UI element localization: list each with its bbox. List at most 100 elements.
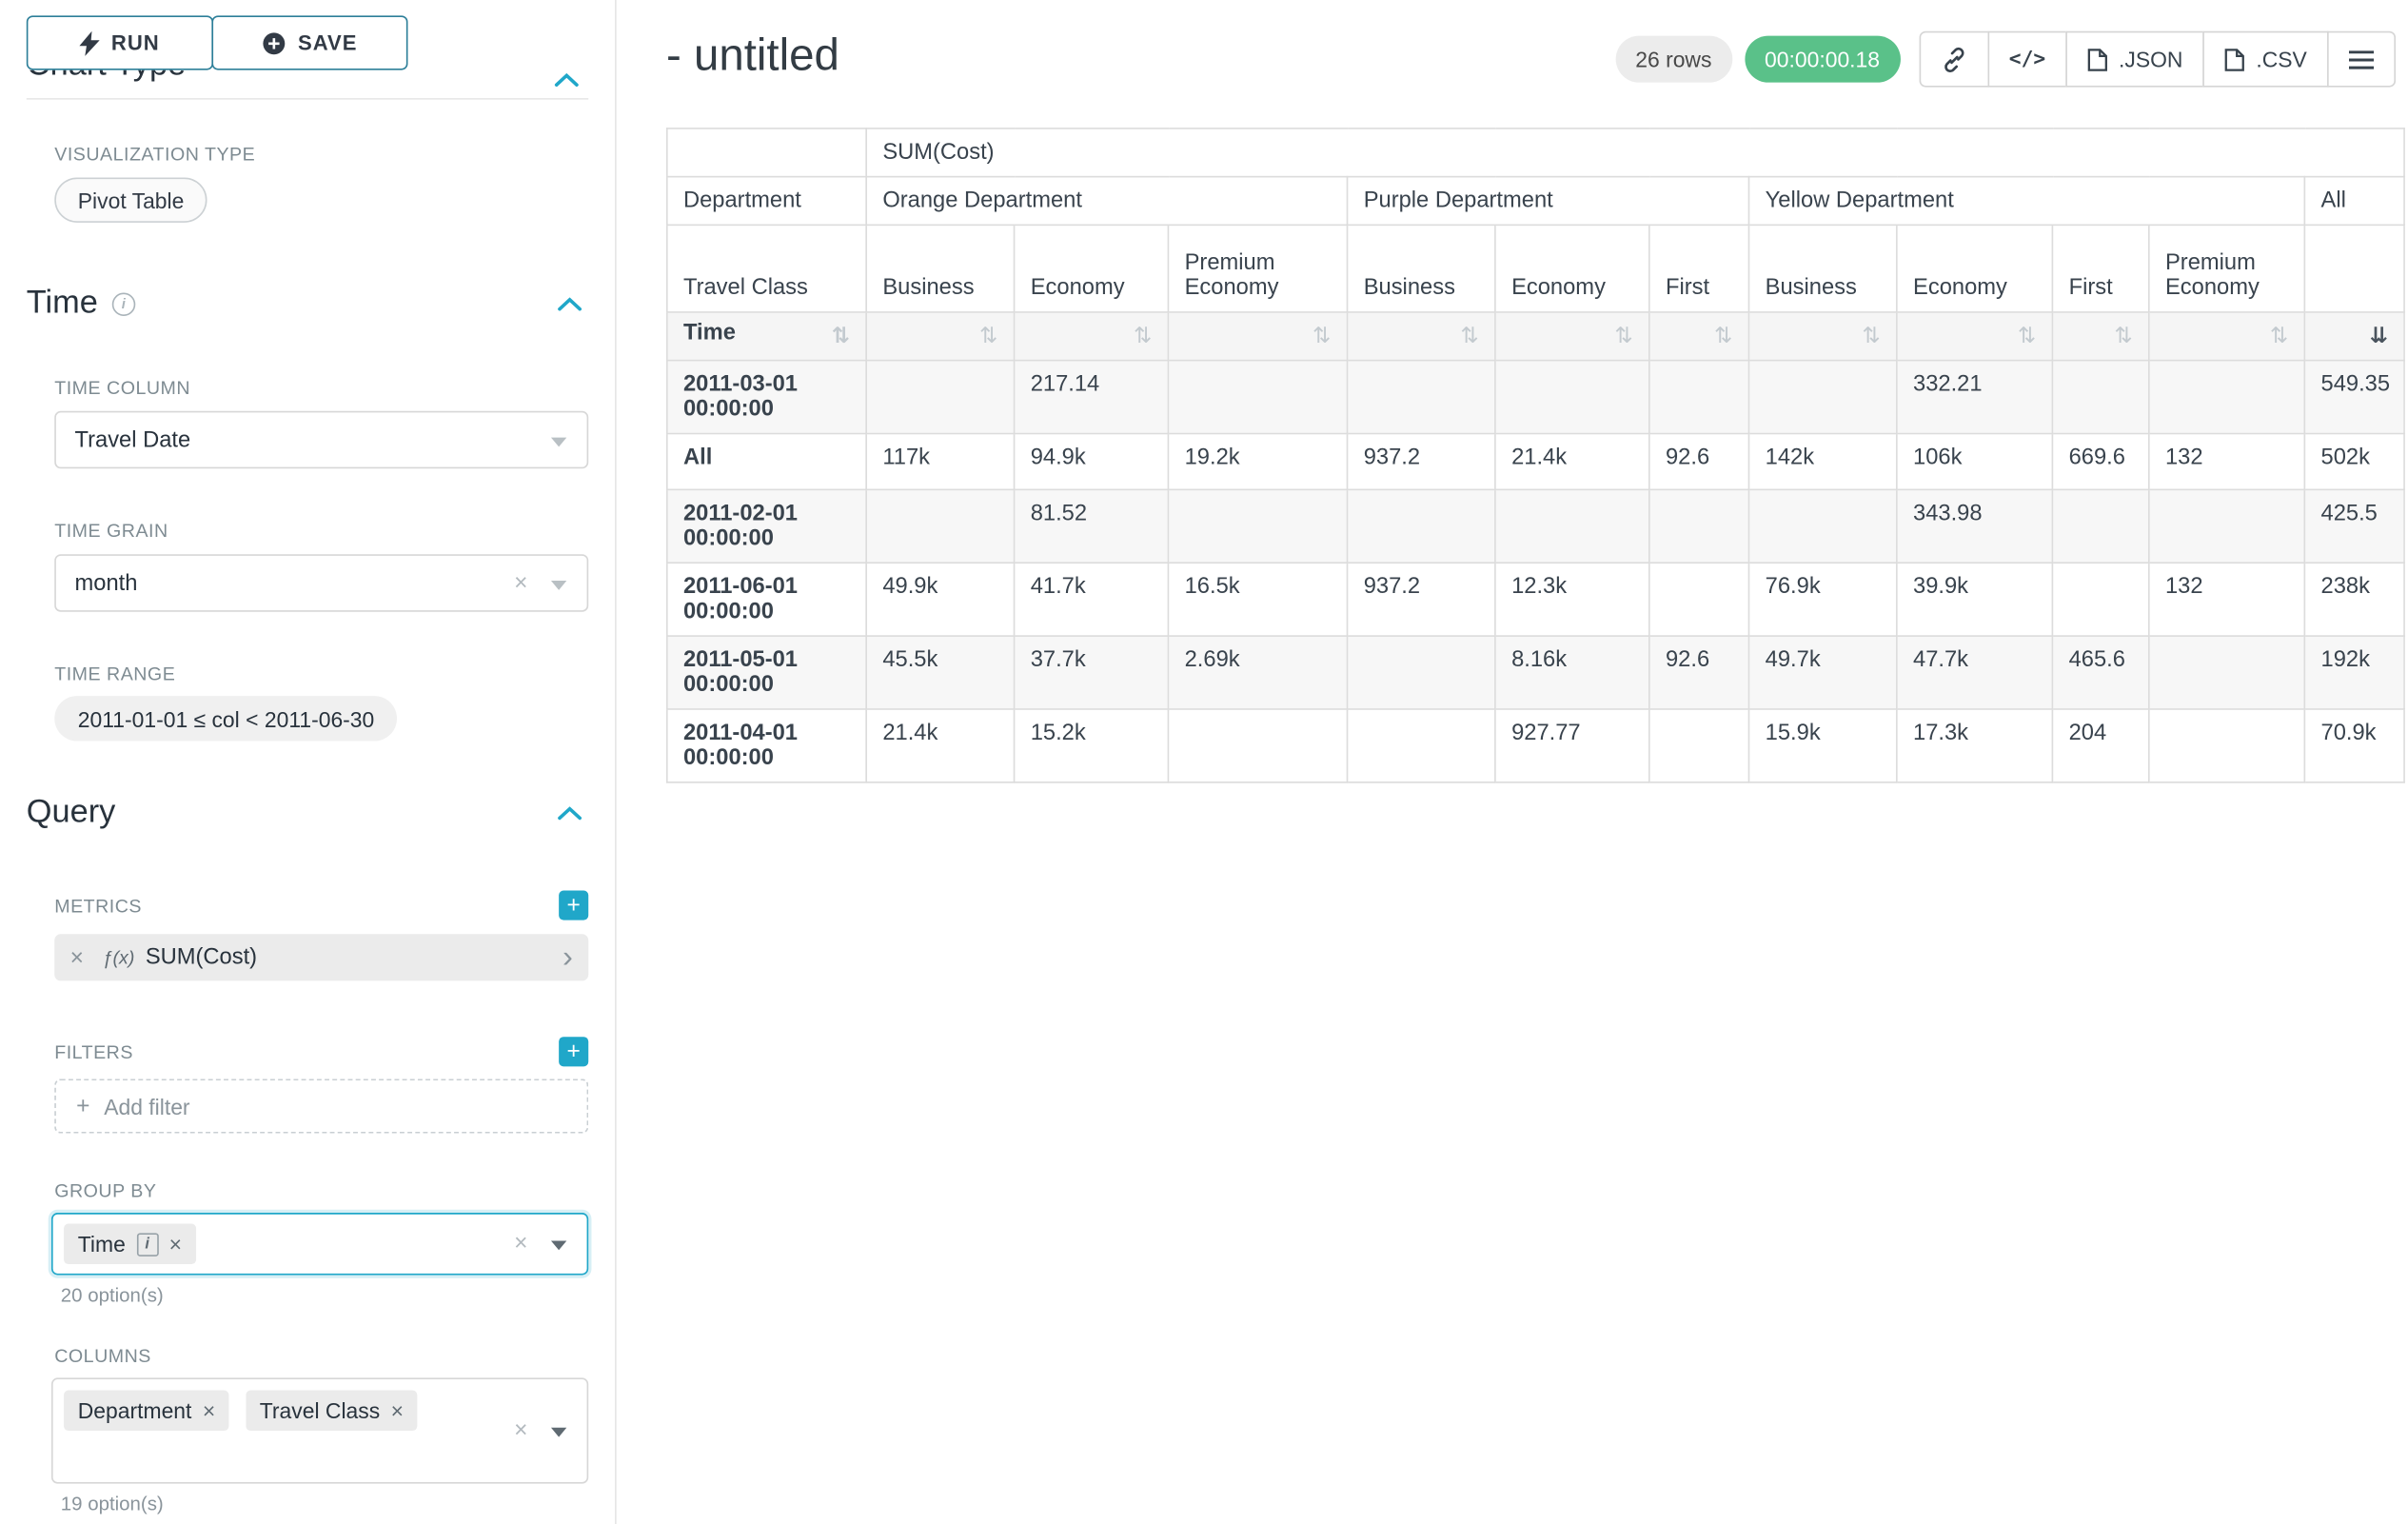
clear-all-icon[interactable]: × [514, 1418, 527, 1442]
columns-select[interactable]: Department × Travel Class × × [51, 1377, 588, 1483]
pivot-value-cell: 425.5 [2304, 489, 2404, 563]
pivot-value-cell: 21.4k [1495, 433, 1649, 489]
sort-icon[interactable]: ⇅ [1134, 321, 1152, 352]
caret-down-icon [551, 580, 566, 589]
group-by-chip-time[interactable]: Time i × [64, 1224, 196, 1265]
pivot-value-cell: 343.98 [1897, 489, 2053, 563]
sort-icon[interactable]: ⇅ [1862, 321, 1880, 352]
copy-link-button[interactable] [1919, 31, 1989, 88]
sort-icon[interactable]: ⇅ [979, 321, 997, 352]
chart-title[interactable]: - untitled [666, 31, 839, 83]
run-button[interactable]: RUN [27, 15, 213, 69]
pivot-value-cell [2052, 361, 2148, 434]
pivot-value-cell [866, 489, 1014, 563]
info-icon[interactable]: i [136, 1232, 158, 1256]
export-json-button[interactable]: .JSON [2065, 31, 2204, 88]
filters-label: FILTERS [54, 1040, 133, 1062]
remove-chip-icon[interactable]: × [169, 1232, 182, 1257]
chart-area: - untitled 26 rows 00:00:00.18 </> [617, 0, 2408, 783]
pivot-column-sort-header[interactable]: ⇅ [1015, 312, 1169, 361]
chevron-right-icon[interactable]: › [563, 941, 573, 973]
time-column-select[interactable]: Travel Date [54, 411, 588, 469]
pivot-column-sort-header[interactable]: ⇅ [1649, 312, 1749, 361]
pivot-column-sort-header[interactable]: ⇅ [2052, 312, 2148, 361]
query-collapse-button[interactable] [558, 805, 582, 820]
pivot-travel-class-header: Premium Economy [2149, 225, 2305, 312]
embed-code-button[interactable]: </> [1987, 31, 2067, 88]
collapse-chevron-icon[interactable] [554, 73, 579, 88]
time-range-chip[interactable]: 2011-01-01 ≤ col < 2011-06-30 [54, 696, 398, 741]
pivot-all-sort-header[interactable]: ⇊ [2304, 312, 2404, 361]
metrics-label: METRICS [54, 895, 142, 917]
clear-all-icon[interactable]: × [514, 1232, 527, 1256]
pivot-column-sort-header[interactable]: ⇅ [1168, 312, 1347, 361]
menu-button[interactable] [2327, 31, 2396, 88]
pivot-row-label: 2011-05-01 00:00:00 [667, 636, 866, 709]
pivot-value-cell: 549.35 [2304, 361, 2404, 434]
visualization-type-chip[interactable]: Pivot Table [54, 177, 207, 222]
sort-icon[interactable]: ⇅ [2270, 321, 2288, 352]
add-filter-button[interactable]: + Add filter [54, 1079, 588, 1133]
sort-icon[interactable]: ⇅ [2114, 321, 2132, 352]
sort-desc-icon[interactable]: ⇊ [2370, 321, 2388, 352]
pivot-value-cell: 502k [2304, 433, 2404, 489]
pivot-value-cell [1168, 489, 1347, 563]
pivot-value-cell [1168, 361, 1347, 434]
save-button[interactable]: SAVE [211, 15, 407, 69]
sort-icon[interactable]: ⇅ [1461, 321, 1479, 352]
pivot-value-cell [1495, 361, 1649, 434]
pivot-value-cell: 669.6 [2052, 433, 2148, 489]
pivot-value-cell: 92.6 [1649, 433, 1749, 489]
time-grain-select[interactable]: month × [54, 554, 588, 612]
time-collapse-button[interactable] [558, 297, 582, 311]
metric-chip-sum-cost[interactable]: × ƒ(x) SUM(Cost) › [54, 934, 588, 980]
add-metric-button[interactable]: + [559, 891, 588, 920]
sort-icon[interactable]: ⇅ [832, 321, 850, 352]
pivot-time-sort-header[interactable]: Time⇅ [667, 312, 866, 361]
columns-chip-department[interactable]: Department × [64, 1391, 229, 1432]
pivot-value-cell: 70.9k [2304, 709, 2404, 782]
add-filter-plus-button[interactable]: + [559, 1037, 588, 1066]
pivot-column-sort-header[interactable]: ⇅ [1348, 312, 1495, 361]
pivot-department-header: Orange Department [866, 177, 1347, 226]
chevron-up-icon [558, 297, 582, 311]
columns-label: COLUMNS [54, 1345, 588, 1367]
pivot-row: 2011-05-01 00:00:0045.5k37.7k2.69k8.16k9… [667, 636, 2404, 709]
remove-metric-icon[interactable]: × [70, 944, 84, 971]
pivot-value-cell: 937.2 [1348, 563, 1495, 636]
pivot-value-cell [1649, 489, 1749, 563]
pivot-column-sort-header[interactable]: ⇅ [1748, 312, 1896, 361]
sort-icon[interactable]: ⇅ [1614, 321, 1632, 352]
pivot-value-cell: 15.2k [1015, 709, 1169, 782]
group-by-select[interactable]: Time i × × [51, 1213, 588, 1275]
pivot-column-sort-header[interactable]: ⇅ [1897, 312, 2053, 361]
pivot-column-sort-header[interactable]: ⇅ [866, 312, 1014, 361]
remove-chip-icon[interactable]: × [203, 1398, 215, 1423]
actions-bar: RUN SAVE [27, 0, 588, 70]
pivot-row: 2011-02-01 00:00:0081.52343.98425.5 [667, 489, 2404, 563]
columns-chip-travel-class[interactable]: Travel Class × [246, 1391, 418, 1432]
export-csv-button[interactable]: .CSV [2203, 31, 2329, 88]
pivot-column-sort-header[interactable]: ⇅ [2149, 312, 2305, 361]
pivot-column-sort-header[interactable]: ⇅ [1495, 312, 1649, 361]
sort-icon[interactable]: ⇅ [2018, 321, 2036, 352]
sort-icon[interactable]: ⇅ [1313, 321, 1331, 352]
pivot-value-cell: 94.9k [1015, 433, 1169, 489]
pivot-value-cell: 17.3k [1897, 709, 2053, 782]
clear-icon[interactable]: × [514, 571, 527, 595]
pivot-value-cell: 465.6 [2052, 636, 2148, 709]
pivot-value-cell: 217.14 [1015, 361, 1169, 434]
link-icon [1941, 46, 1967, 72]
time-section-heading: Time [27, 282, 98, 326]
sort-icon[interactable]: ⇅ [1714, 321, 1732, 352]
pivot-value-cell [1748, 361, 1896, 434]
export-csv-label: .CSV [2256, 47, 2306, 71]
run-button-label: RUN [111, 31, 160, 55]
pivot-travel-class-label: Travel Class [667, 225, 866, 312]
time-grain-label: TIME GRAIN [54, 520, 588, 542]
pivot-value-cell: 927.77 [1495, 709, 1649, 782]
pivot-value-cell: 21.4k [866, 709, 1014, 782]
pivot-value-cell: 16.5k [1168, 563, 1347, 636]
pivot-value-cell [2149, 361, 2305, 434]
remove-chip-icon[interactable]: × [391, 1398, 404, 1423]
